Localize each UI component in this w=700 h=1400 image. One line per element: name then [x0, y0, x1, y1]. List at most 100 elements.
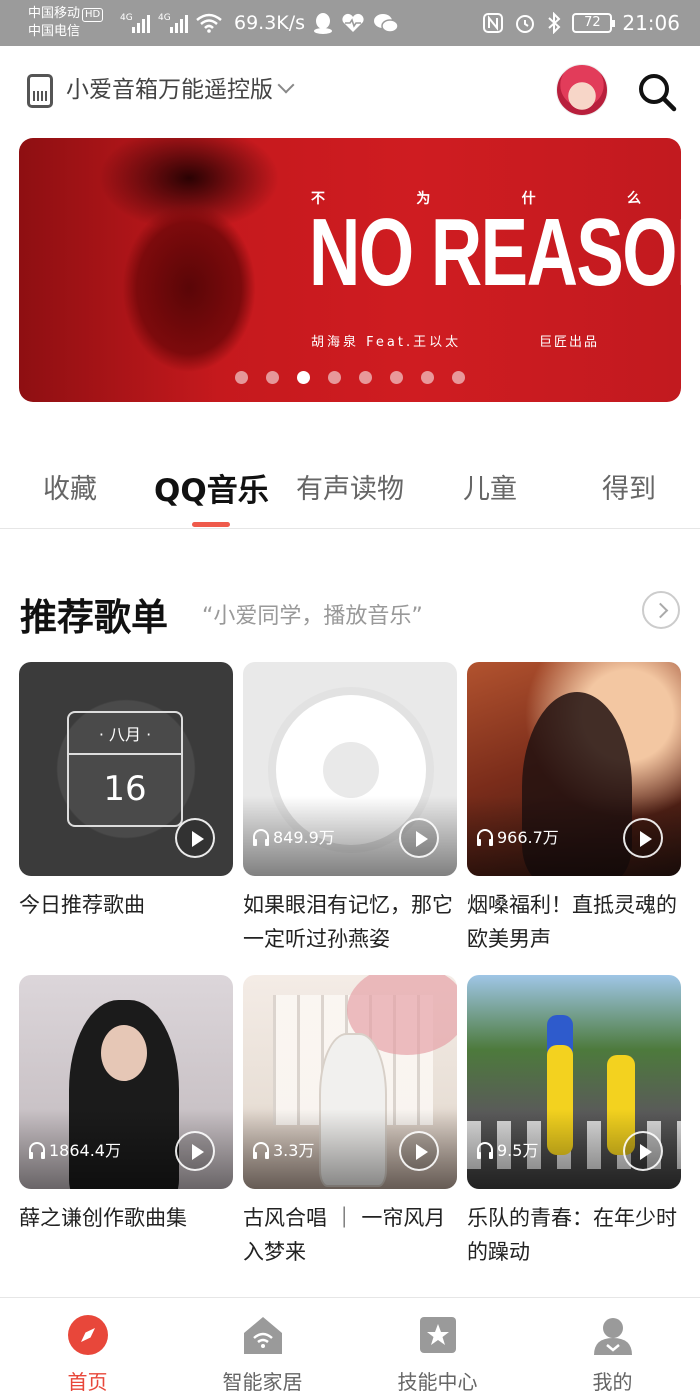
nav-label: 智能家居 — [222, 1370, 303, 1394]
signal-icon: 4G — [158, 13, 188, 33]
nav-smart-home[interactable]: 智能家居 — [175, 1298, 350, 1400]
wifi-icon — [196, 13, 222, 33]
carousel-dot[interactable] — [452, 371, 465, 384]
carrier-info: 中国移动 HD 中国电信 — [28, 5, 104, 41]
playlist-cover[interactable]: 849.9万 — [243, 662, 457, 876]
playlist-title[interactable]: 今日推荐歌曲 — [19, 888, 233, 922]
qq-icon — [314, 13, 333, 34]
section-subtitle: “小爱同学，播放音乐” — [202, 604, 423, 629]
carrier-1: 中国移动 — [28, 6, 81, 21]
health-heart-icon — [342, 13, 364, 32]
banner-artist-photo — [59, 138, 319, 402]
carousel-indicator — [235, 371, 465, 384]
banner-title: NO REASON — [309, 199, 681, 306]
playlist-title[interactable]: 古风合唱 ｜ 一帘风月入梦来 — [243, 1201, 457, 1269]
play-icon[interactable] — [175, 818, 215, 858]
network-type-1: 4G — [120, 13, 133, 23]
playlist-title[interactable]: 如果眼泪有记忆，那它一定听过孙燕姿 — [243, 888, 457, 956]
play-icon[interactable] — [623, 818, 663, 858]
headphones-icon — [29, 1142, 45, 1159]
avatar[interactable] — [556, 64, 608, 116]
nav-skills[interactable]: 技能中心 — [350, 1298, 525, 1400]
nav-label: 首页 — [67, 1370, 108, 1394]
carousel-dot[interactable] — [328, 371, 341, 384]
tab-kids[interactable]: 儿童 — [463, 467, 517, 506]
home-wifi-icon — [244, 1317, 282, 1354]
nfc-icon — [483, 13, 504, 33]
playlist-cover[interactable]: 9.5万 — [467, 975, 681, 1189]
bluetooth-icon — [548, 12, 561, 34]
star-icon — [420, 1317, 456, 1353]
carousel-dot[interactable] — [421, 371, 434, 384]
nav-profile[interactable]: 我的 — [525, 1298, 700, 1400]
playlist-title[interactable]: 薛之谦创作歌曲集 — [19, 1201, 233, 1235]
active-tab-indicator — [192, 522, 230, 527]
tab-audiobooks[interactable]: 有声读物 — [296, 467, 404, 506]
battery-indicator: 72 — [572, 13, 616, 33]
play-count: 3.3万 — [253, 1137, 314, 1161]
carousel-dot[interactable] — [359, 371, 372, 384]
play-count-value: 966.7万 — [497, 828, 559, 847]
play-count-value: 3.3万 — [273, 1141, 315, 1160]
user-icon — [594, 1318, 632, 1355]
section-title: 推荐歌单 — [20, 596, 168, 639]
play-count: 1864.4万 — [29, 1137, 121, 1161]
status-bar: 中国移动 HD 中国电信 4G 4G 69.3K/s 72 21:06 — [0, 0, 700, 46]
play-count: 966.7万 — [477, 824, 559, 848]
tab-dedao[interactable]: 得到 — [602, 467, 656, 506]
banner-producer: 巨匠出品 — [539, 335, 600, 350]
play-count: 849.9万 — [253, 824, 335, 848]
playlist-cover[interactable]: 3.3万 — [243, 975, 457, 1189]
compass-icon — [68, 1315, 108, 1355]
tab-favorites[interactable]: 收藏 — [43, 467, 97, 506]
playlist-cover[interactable]: · 八月 · 16 — [19, 662, 233, 876]
speaker-device-icon[interactable] — [27, 74, 53, 108]
tab-qq-music[interactable]: QQ音乐 — [154, 465, 269, 510]
play-count: 9.5万 — [477, 1137, 538, 1161]
category-tabs: 收藏 QQ音乐 有声读物 儿童 得到 — [0, 455, 700, 529]
headphones-icon — [477, 1142, 493, 1159]
carousel-dot[interactable] — [235, 371, 248, 384]
clock: 21:06 — [622, 11, 680, 35]
alarm-icon — [516, 15, 535, 33]
play-count-value: 1864.4万 — [49, 1141, 121, 1160]
network-speed: 69.3K/s — [234, 12, 306, 34]
playlist-title[interactable]: 烟嗓福利！直抵灵魂的欧美男声 — [467, 888, 681, 956]
bottom-navigation: 首页 智能家居 技能中心 我的 — [0, 1297, 700, 1400]
play-icon[interactable] — [399, 1131, 439, 1171]
search-icon[interactable] — [637, 72, 677, 112]
playlist-cover[interactable]: 966.7万 — [467, 662, 681, 876]
carousel-dot[interactable] — [390, 371, 403, 384]
banner-credit: 胡海泉 Feat.王以太 — [311, 335, 462, 350]
play-count-value: 849.9万 — [273, 828, 335, 847]
headphones-icon — [477, 829, 493, 846]
headphones-icon — [253, 1142, 269, 1159]
signal-icon: 4G — [120, 13, 150, 33]
play-icon[interactable] — [399, 818, 439, 858]
playlist-title[interactable]: 乐队的青春：在年少时的躁动 — [467, 1201, 681, 1269]
network-indicators: 4G 4G 69.3K/s — [120, 8, 399, 38]
calendar-day: 16 — [103, 769, 147, 809]
hd-badge: HD — [82, 8, 104, 22]
nav-label: 技能中心 — [397, 1370, 478, 1394]
more-arrow-button[interactable] — [642, 591, 680, 629]
nav-home[interactable]: 首页 — [0, 1298, 175, 1400]
play-icon[interactable] — [623, 1131, 663, 1171]
device-selector[interactable]: 小爱音箱万能遥控版 — [66, 73, 273, 107]
headphones-icon — [253, 829, 269, 846]
network-type-2: 4G — [158, 13, 171, 23]
playlist-cover[interactable]: 1864.4万 — [19, 975, 233, 1189]
nav-label: 我的 — [592, 1370, 633, 1394]
carousel-dot[interactable] — [266, 371, 279, 384]
play-count-value: 9.5万 — [497, 1141, 539, 1160]
play-icon[interactable] — [175, 1131, 215, 1171]
chevron-down-icon[interactable] — [277, 76, 295, 94]
carousel-dot[interactable] — [297, 371, 310, 384]
app-header: 小爱音箱万能遥控版 — [0, 46, 700, 134]
wechat-icon — [374, 14, 399, 33]
calendar-month: · 八月 · — [69, 721, 181, 755]
system-indicators: 72 21:06 — [482, 8, 680, 38]
promo-banner[interactable]: 不 为 什 么 NO REASON 胡海泉 Feat.王以太 巨匠出品 — [19, 138, 681, 402]
calendar-icon: · 八月 · 16 — [67, 711, 183, 827]
carrier-2: 中国电信 — [28, 24, 81, 39]
